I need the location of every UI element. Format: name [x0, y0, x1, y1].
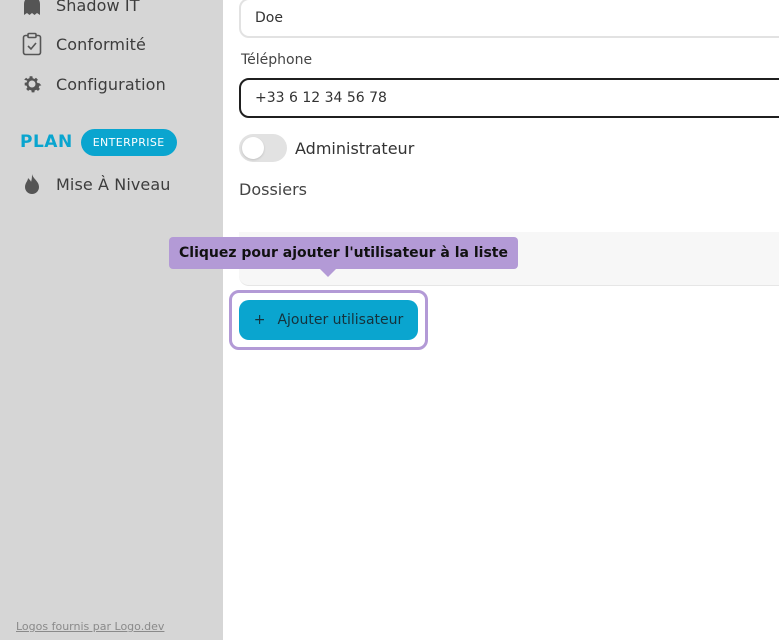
logo-dev-credit-link[interactable]: Logos fournis par Logo.dev	[16, 620, 164, 633]
folders-title: Dossiers	[239, 180, 307, 199]
plan-indicator: PLAN ENTERPRISE	[20, 128, 177, 156]
admin-toggle[interactable]	[239, 134, 287, 162]
flame-icon	[20, 172, 44, 196]
add-user-button[interactable]: + Ajouter utilisateur	[239, 300, 418, 340]
phone-field[interactable]: +33 6 12 34 56 78	[239, 78, 779, 118]
last-name-value: Doe	[255, 10, 283, 26]
admin-toggle-row: Administrateur	[239, 134, 414, 162]
sidebar-item-upgrade[interactable]: Mise À Niveau	[20, 171, 171, 197]
toggle-knob	[242, 137, 264, 159]
phone-label: Téléphone	[241, 52, 313, 68]
sidebar-item-configuration[interactable]: Configuration	[20, 71, 166, 97]
add-user-button-label: Ajouter utilisateur	[277, 312, 404, 328]
sidebar-item-label: Configuration	[56, 74, 166, 94]
admin-label: Administrateur	[295, 138, 415, 158]
clipboard-check-icon	[20, 32, 44, 56]
sidebar-item-label: Shadow IT	[56, 0, 140, 15]
add-user-tooltip: Cliquez pour ajouter l'utilisateur à la …	[169, 237, 518, 269]
gear-icon	[20, 72, 44, 96]
plus-icon: +	[253, 312, 266, 328]
ghost-icon	[20, 0, 44, 17]
last-name-field[interactable]: Doe	[239, 0, 779, 38]
sidebar: Shadow IT Conformité Configuration PLAN …	[0, 0, 223, 640]
sidebar-item-label: Conformité	[56, 34, 146, 54]
sidebar-item-conformite[interactable]: Conformité	[20, 31, 146, 57]
sidebar-item-shadow-it[interactable]: Shadow IT	[20, 0, 140, 18]
tooltip-arrow	[320, 269, 336, 277]
plan-badge: ENTERPRISE	[80, 128, 177, 156]
phone-value: +33 6 12 34 56 78	[255, 90, 387, 106]
plan-title: PLAN	[20, 132, 73, 152]
user-form: Doe Téléphone +33 6 12 34 56 78 Administ…	[169, 0, 779, 640]
sidebar-item-label: Mise À Niveau	[56, 174, 171, 194]
